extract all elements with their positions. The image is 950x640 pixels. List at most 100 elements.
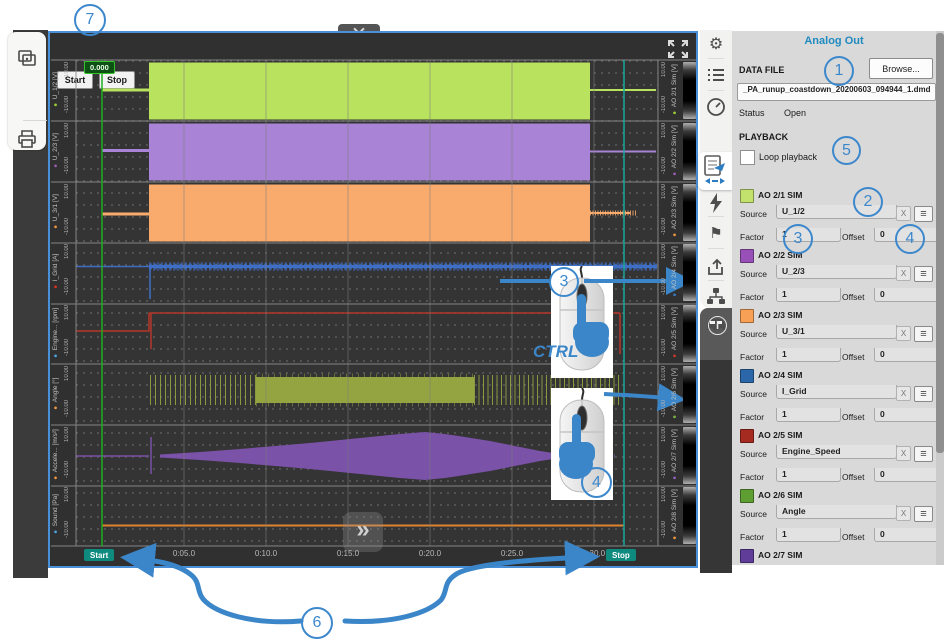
source-field[interactable]: Engine_Speed — [776, 445, 897, 459]
fast-forward-button[interactable]: » — [343, 512, 383, 552]
ao-color-swatch — [740, 309, 754, 323]
clear-source-button[interactable]: X — [896, 386, 911, 401]
channel-label-right: ● AO 2/1 Sim [V] — [670, 60, 681, 120]
offset-field[interactable]: 0 — [874, 288, 939, 302]
setup-sidebar: ⚙ ⚑ — [700, 30, 732, 573]
lightning-icon[interactable] — [705, 192, 727, 214]
factor-field[interactable]: 1 — [776, 348, 841, 362]
channel-color-dot: ● — [671, 472, 678, 481]
printer-icon[interactable] — [16, 128, 38, 150]
scale-max-label: 10.00 — [62, 244, 72, 259]
channel-label-right: ● AO 2/2 Sim [V] — [670, 121, 681, 181]
channel-list-button[interactable]: ≡ — [914, 206, 933, 222]
clear-source-button[interactable]: X — [896, 266, 911, 281]
clear-source-button[interactable]: X — [896, 446, 911, 461]
network-icon[interactable] — [705, 285, 727, 307]
ao-channel-section: AO 2/6 SIMSourceAngleX≡Factor1Offset0 — [738, 487, 938, 547]
ao-channel-section: AO 2/2 SIMSourceU_2/3X≡Factor1Offset0 — [738, 247, 938, 307]
panel-title: Analog Out — [732, 35, 936, 47]
channel-label-right: ● AO 2/3 Sim [V] — [670, 182, 681, 242]
time-tick-label: 0:05.0 — [164, 549, 204, 558]
status-value: Open — [784, 108, 806, 118]
callout-5: 5 — [832, 136, 861, 165]
clear-source-button[interactable]: X — [896, 506, 911, 521]
screenshot-icon[interactable] — [16, 48, 38, 70]
channel-label-left: ● U_1/2 [V] — [51, 60, 62, 120]
scale-max-label: 10.00 — [62, 123, 72, 138]
mouse-cable — [582, 388, 583, 400]
callout-7: 7 — [74, 4, 106, 36]
channel-label-left: ● I_Grid [A] — [51, 242, 62, 302]
channel-list-icon[interactable] — [705, 64, 727, 86]
factor-field[interactable]: 1 — [776, 288, 841, 302]
scale-max-label: 10.00 — [62, 62, 72, 77]
data-file-label: DATA FILE — [739, 65, 784, 75]
ao-channel-title: AO 2/6 SIM — [758, 490, 802, 500]
scale-max-label: 10.00 — [62, 427, 72, 442]
browse-button[interactable]: Browse... — [869, 58, 933, 79]
ao-channel-title: AO 2/7 SIM — [758, 550, 802, 560]
ao-color-swatch — [740, 189, 754, 203]
flag-icon[interactable]: ⚑ — [705, 222, 727, 244]
channel-label-right: ● AO 2/8 Sim [V] — [670, 485, 681, 545]
ao-channel-section: AO 2/4 SIMSourceI_GridX≡Factor1Offset0 — [738, 367, 938, 427]
ao-channel-title: AO 2/3 SIM — [758, 310, 802, 320]
source-field[interactable]: I_Grid — [776, 385, 897, 399]
scale-min-label: -10.00 — [62, 400, 72, 417]
scale-min-label: -10.00 — [62, 461, 72, 478]
channel-label-left: ● Accele... [m/s²] — [51, 425, 62, 485]
factor-field[interactable]: 1 — [776, 408, 841, 422]
time-tick-label: 0:20.0 — [410, 549, 450, 558]
channel-label-left: ● Angle [°] — [51, 364, 62, 424]
factor-field[interactable]: 1 — [776, 468, 841, 482]
scale-max-label: 10.00 — [62, 184, 72, 199]
scale-max-label: 10.00 — [659, 184, 669, 199]
callout-4-panel: 4 — [895, 224, 925, 254]
channel-color-dot: ● — [52, 281, 59, 290]
channel-label-left: ● U_3/1 [V] — [51, 182, 62, 242]
clear-source-button[interactable]: X — [896, 326, 911, 341]
measure-gauge-icon[interactable] — [705, 96, 727, 118]
tab-analog-out-active[interactable] — [698, 152, 732, 190]
channel-list-button[interactable]: ≡ — [914, 446, 933, 462]
scale-max-label: 10.00 — [659, 305, 669, 320]
offset-field[interactable]: 0 — [874, 408, 939, 422]
channel-color-dot: ● — [671, 107, 678, 116]
settings-gear-icon[interactable]: ⚙ — [705, 33, 727, 55]
offset-field[interactable]: 0 — [874, 468, 939, 482]
source-field[interactable]: Angle — [776, 505, 897, 519]
ao-channel-title: AO 2/5 SIM — [758, 430, 802, 440]
channel-color-dot: ● — [52, 350, 59, 359]
panel-scrollbar[interactable] — [936, 31, 944, 565]
offset-field[interactable]: 0 — [874, 528, 939, 542]
clear-source-button[interactable]: X — [896, 206, 911, 221]
scrollbar-thumb[interactable] — [936, 33, 944, 453]
channel-label-right: ● AO 2/7 Sim [V] — [670, 425, 681, 485]
offset-field[interactable]: 0 — [874, 348, 939, 362]
status-label: Status — [739, 108, 765, 118]
ao-color-swatch — [740, 249, 754, 263]
channel-color-dot: ● — [671, 168, 678, 177]
ao-channel-title: AO 2/4 SIM — [758, 370, 802, 380]
factor-field[interactable]: 1 — [776, 528, 841, 542]
offset-label: Offset — [842, 532, 865, 542]
mouse-cable — [581, 266, 582, 278]
channel-list-button[interactable]: ≡ — [914, 386, 933, 402]
export-icon[interactable] — [705, 256, 727, 278]
loop-playback-checkbox[interactable] — [740, 150, 755, 165]
fullscreen-icon[interactable] — [666, 38, 690, 60]
offset-label: Offset — [842, 232, 865, 242]
info-icon[interactable]: i — [708, 316, 727, 335]
start-marker-badge[interactable]: Start — [84, 549, 114, 561]
channel-list-button[interactable]: ≡ — [914, 266, 933, 282]
channel-color-dot: ● — [52, 402, 59, 411]
channel-color-dot: ● — [52, 221, 59, 230]
channel-color-dot: ● — [52, 99, 59, 108]
channel-list-button[interactable]: ≡ — [914, 326, 933, 342]
source-field[interactable]: U_2/3 — [776, 265, 897, 279]
scale-max-label: 10.00 — [659, 244, 669, 259]
playback-label: PLAYBACK — [739, 132, 788, 142]
channel-list-button[interactable]: ≡ — [914, 506, 933, 522]
source-field[interactable]: U_3/1 — [776, 325, 897, 339]
ctrl-plus-label: CTRL + — [533, 342, 623, 362]
